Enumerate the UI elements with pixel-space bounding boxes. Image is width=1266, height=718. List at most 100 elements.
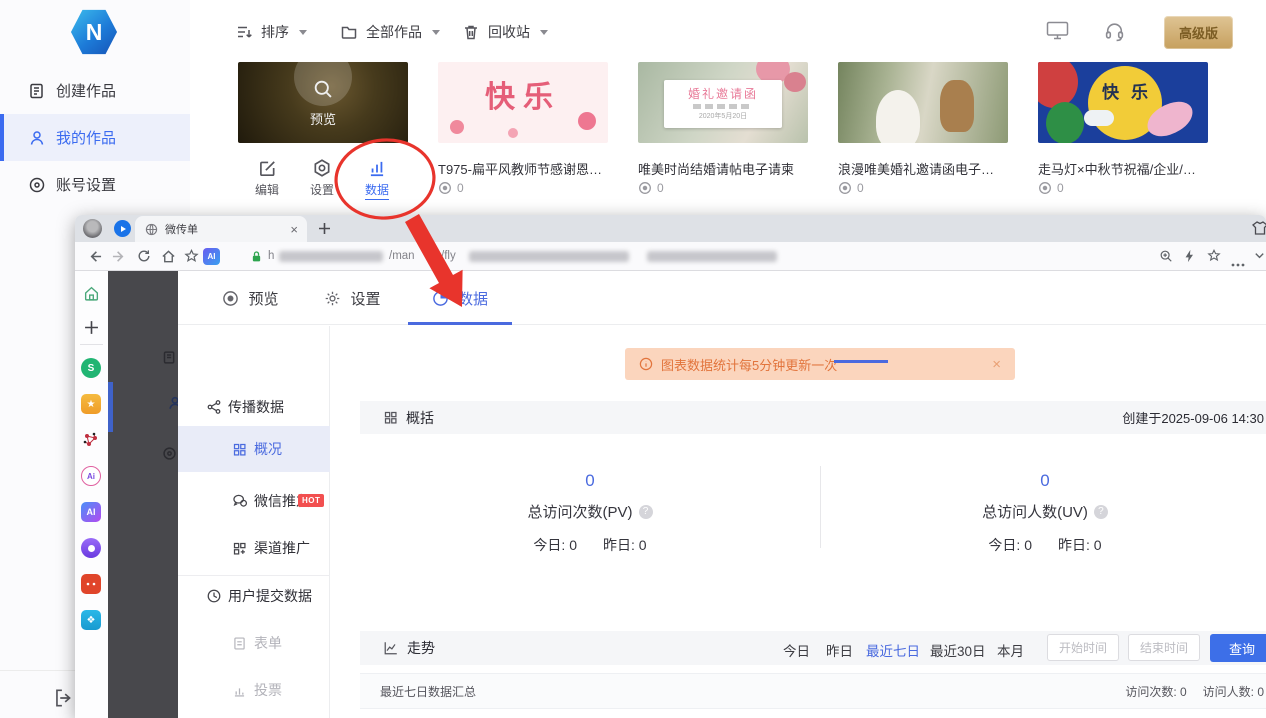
trash-icon xyxy=(462,23,480,41)
thumbnail[interactable]: 婚礼邀请函 2020年5月20日 xyxy=(638,62,808,143)
visitors-count: 访问人数: 0 xyxy=(1203,683,1264,700)
filter-this-month[interactable]: 本月 xyxy=(997,640,1024,660)
eye-icon xyxy=(438,181,452,195)
headset-icon[interactable] xyxy=(1104,21,1125,47)
menu-label: 用户提交数据 xyxy=(228,586,312,606)
shortcut-gamepad-icon[interactable] xyxy=(81,574,101,594)
banner-close-icon[interactable]: × xyxy=(992,356,1001,373)
menu-item-forms[interactable]: 表单 xyxy=(178,624,330,662)
sort-dropdown[interactable]: 排序 xyxy=(235,20,307,44)
tab-preview[interactable]: 预览 xyxy=(198,271,303,325)
filter-last-30-days[interactable]: 最近30日 xyxy=(930,640,986,660)
sidebar-item-my-works[interactable]: 我的作品 xyxy=(0,114,190,161)
card-title: 唯美时尚结婚请帖电子请柬 xyxy=(638,159,808,178)
zoom-page-icon[interactable] xyxy=(1159,249,1173,268)
thumbnail[interactable]: 快乐 xyxy=(438,62,608,143)
browser-tab[interactable]: 微传单 × xyxy=(135,216,307,242)
data-label: 数据 xyxy=(365,181,389,200)
lightning-icon[interactable] xyxy=(1183,249,1196,268)
url-redacted xyxy=(279,251,383,262)
summary-label: 最近七日数据汇总 xyxy=(380,683,476,700)
shortcut-graph-icon[interactable] xyxy=(81,430,101,450)
modal-tabs: 预览 设置 数据 xyxy=(178,271,1266,325)
tab-data[interactable]: 数据 xyxy=(401,271,519,325)
url-fragment: /man xyxy=(389,250,415,262)
shortcut-purple-icon[interactable] xyxy=(81,538,101,558)
view-count: 0 xyxy=(838,181,864,195)
new-tab-icon[interactable] xyxy=(318,222,331,235)
shortcut-ai-square-icon[interactable]: AI xyxy=(81,502,101,522)
shortcut-cyan-icon[interactable]: ❖ xyxy=(81,610,101,630)
all-works-dropdown[interactable]: 全部作品 xyxy=(340,20,440,44)
menu-item-votes[interactable]: 投票 xyxy=(178,671,330,709)
filter-today[interactable]: 今日 xyxy=(783,640,810,660)
add-shortcut-icon[interactable] xyxy=(81,317,101,337)
home-icon[interactable] xyxy=(161,249,176,269)
dimmed-page-background xyxy=(108,271,178,718)
filter-last-7-days[interactable]: 最近七日 xyxy=(866,640,920,660)
data-button[interactable]: 数据 xyxy=(355,158,399,200)
profile-badge-icon[interactable] xyxy=(114,220,131,237)
monitor-icon[interactable] xyxy=(1046,21,1069,45)
bookmark-star-icon[interactable] xyxy=(1207,249,1221,268)
app-logo[interactable]: N xyxy=(70,8,118,56)
reload-icon[interactable] xyxy=(137,249,151,268)
work-card[interactable]: 预览 编辑 设置 数据 xyxy=(238,62,408,143)
back-icon[interactable] xyxy=(87,249,102,269)
more-options-icon[interactable] xyxy=(1231,254,1245,272)
work-card[interactable]: 浪漫唯美婚礼邀请函电子… 0 xyxy=(838,62,1008,143)
help-icon[interactable]: ? xyxy=(639,505,653,519)
ai-extension-icon[interactable]: AI xyxy=(203,248,220,265)
sidebar-item-create[interactable]: 创建作品 xyxy=(0,67,190,114)
tab-settings[interactable]: 设置 xyxy=(300,271,405,325)
browser-address-bar[interactable]: AI h /man /fly xyxy=(75,242,1266,271)
thumbnail[interactable]: 快乐 xyxy=(1038,62,1208,143)
modal-content: 图表数据统计每5分钟更新一次 × 概括 创建于2025-09-06 14:30 … xyxy=(330,326,1266,718)
url-protocol: h xyxy=(268,250,274,262)
preview-overlay[interactable]: 预览 xyxy=(238,62,408,143)
work-card[interactable]: 婚礼邀请函 2020年5月20日 唯美时尚结婚请帖电子请柬 0 xyxy=(638,62,808,143)
menu-item-overview[interactable]: 概况 xyxy=(178,426,330,472)
menu-item-channel-promo[interactable]: 渠道推广 xyxy=(178,529,330,567)
thumbnail-hovered[interactable]: 预览 xyxy=(238,62,408,143)
chevron-down-icon xyxy=(540,30,548,35)
menu-label: 传播数据 xyxy=(228,397,284,417)
settings-button[interactable]: 设置 xyxy=(300,158,344,198)
uv-yesterday: 昨日: 0 xyxy=(1058,535,1102,555)
logout-icon[interactable] xyxy=(52,687,74,709)
forward-icon[interactable] xyxy=(112,249,127,269)
edit-button[interactable]: 编辑 xyxy=(245,158,289,198)
cloud-decoration xyxy=(1084,110,1114,126)
bookmark-pin-icon[interactable] xyxy=(184,249,199,269)
theme-shirt-icon[interactable] xyxy=(1251,219,1266,242)
avatar[interactable] xyxy=(83,219,102,238)
chevron-down-icon xyxy=(432,30,440,35)
magnifier-icon xyxy=(294,62,352,106)
chevron-down-icon[interactable] xyxy=(1253,249,1266,267)
filter-yesterday[interactable]: 昨日 xyxy=(826,640,853,660)
start-time-input[interactable] xyxy=(1047,634,1119,661)
clock-icon xyxy=(206,588,222,604)
work-card[interactable]: 快乐 走马灯×中秋节祝福/企业/… 0 xyxy=(1038,62,1208,143)
recycle-bin-dropdown[interactable]: 回收站 xyxy=(462,20,548,44)
uv-today: 今日: 0 xyxy=(988,535,1032,555)
menu-section-spread-data[interactable]: 传播数据 xyxy=(178,392,330,422)
thumbnail[interactable] xyxy=(838,62,1008,143)
sidebar-item-account[interactable]: 账号设置 xyxy=(0,161,190,208)
menu-item-wechat-push[interactable]: 微信推友 HOT xyxy=(178,482,330,520)
end-time-input[interactable] xyxy=(1128,634,1200,661)
query-button[interactable]: 查询 xyxy=(1210,634,1266,662)
shortcut-star-icon[interactable]: ★ xyxy=(81,394,101,414)
pv-yesterday: 昨日: 0 xyxy=(603,535,647,555)
home-green-icon[interactable] xyxy=(81,283,101,303)
shortcut-green-docs-icon[interactable]: S xyxy=(81,358,101,378)
work-card[interactable]: 快乐 T975-扁平风教师节感谢恩… 0 xyxy=(438,62,608,143)
menu-section-user-submitted[interactable]: 用户提交数据 xyxy=(178,578,330,614)
help-icon[interactable]: ? xyxy=(1094,505,1108,519)
invitation-date: 2020年5月20日 xyxy=(664,111,782,121)
tab-title: 微传单 xyxy=(165,221,290,237)
premium-button[interactable]: 高级版 xyxy=(1164,16,1233,49)
bookmarks-strip: S ★ Ai AI ❖ xyxy=(75,271,108,718)
tab-close-icon[interactable]: × xyxy=(290,222,298,237)
shortcut-ai-circle-icon[interactable]: Ai xyxy=(81,466,101,486)
